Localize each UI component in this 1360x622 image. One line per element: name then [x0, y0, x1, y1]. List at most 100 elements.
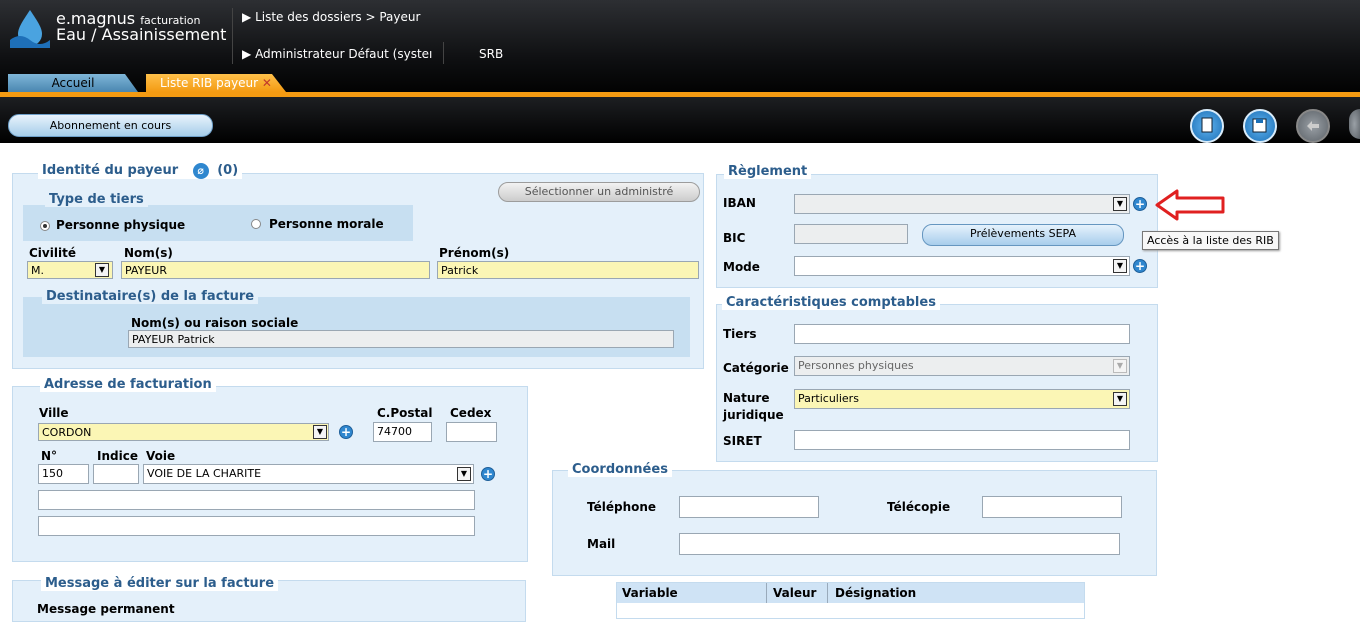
triangle-right-icon: ▶ — [242, 47, 252, 61]
comptable-legend: Caractéristiques comptables — [722, 295, 940, 310]
column-header-valeur[interactable]: Valeur — [773, 586, 816, 600]
selectionner-administre-button[interactable]: Sélectionner un administré — [498, 182, 700, 202]
abonnement-en-cours-button[interactable]: Abonnement en cours — [8, 114, 213, 137]
header-divider — [232, 8, 233, 64]
indice-input[interactable] — [93, 464, 139, 484]
personne-physique-label: Personne physique — [56, 218, 186, 232]
bic-field[interactable] — [794, 224, 908, 244]
tiers-input[interactable] — [794, 324, 1130, 344]
prenom-input[interactable]: Patrick — [437, 261, 699, 279]
breadcrumb[interactable]: ▶ Liste des dossiers > Payeur — [242, 10, 420, 24]
coordonnees-legend: Coordonnées — [568, 462, 672, 477]
red-arrow-annotation-icon — [1155, 189, 1225, 221]
type-tiers-legend: Type de tiers — [45, 192, 148, 207]
column-divider — [766, 583, 767, 603]
siret-label: SIRET — [723, 434, 762, 448]
trash-icon[interactable] — [1349, 109, 1360, 139]
adresse-ligne2-input[interactable] — [38, 490, 475, 510]
voie-select[interactable]: VOIE DE LA CHARITE — [143, 464, 474, 484]
mode-label: Mode — [723, 260, 760, 274]
brand-line2: Eau / Assainissement — [56, 25, 227, 44]
adresse-ligne3-input[interactable] — [38, 516, 475, 536]
tab-accueil[interactable]: Accueil — [8, 74, 138, 92]
triangle-right-icon: ▶ — [242, 10, 252, 24]
back-icon[interactable] — [1296, 109, 1330, 143]
ville-label: Ville — [39, 406, 69, 420]
add-ville-icon[interactable]: + — [339, 425, 353, 439]
save-icon[interactable] — [1243, 109, 1277, 143]
nature-label: Nature — [723, 391, 770, 405]
radio-personne-physique[interactable] — [40, 221, 50, 231]
document-icon[interactable] — [1190, 109, 1224, 143]
chevron-down-icon[interactable]: ▼ — [457, 467, 471, 481]
identite-title: Identité du payeur — [42, 163, 179, 178]
adresse-legend: Adresse de facturation — [40, 377, 216, 392]
categorie-label: Catégorie — [723, 361, 789, 375]
tooltip-liste-rib: Accès à la liste des RIB — [1142, 231, 1279, 250]
numero-input[interactable]: 150 — [38, 464, 89, 484]
site-code: SRB — [479, 47, 504, 61]
column-header-designation[interactable]: Désignation — [835, 586, 916, 600]
numero-label: N° — [41, 449, 58, 463]
juridique-label: juridique — [723, 408, 784, 422]
cpostal-input[interactable]: 74700 — [373, 422, 432, 442]
radio-personne-morale[interactable] — [251, 219, 261, 229]
voie-label: Voie — [146, 449, 176, 463]
identite-legend: Identité du payeur ⌀ (0) — [38, 163, 243, 179]
current-user[interactable]: ▶ Administrateur Défaut (systeı — [242, 47, 438, 61]
categorie-select[interactable]: Personnes physiques — [794, 356, 1130, 376]
iban-label: IBAN — [723, 196, 756, 210]
prenom-label: Prénom(s) — [439, 246, 510, 260]
paperclip-icon[interactable]: ⌀ — [192, 163, 209, 179]
cpostal-label: C.Postal — [377, 406, 433, 420]
mail-input[interactable] — [679, 533, 1120, 555]
add-mode-icon[interactable]: + — [1133, 259, 1147, 273]
raison-sociale-field[interactable]: PAYEUR Patrick — [128, 330, 674, 348]
iban-select[interactable] — [794, 194, 1130, 214]
chevron-down-icon[interactable]: ▼ — [1113, 359, 1127, 373]
add-voie-icon[interactable]: + — [481, 467, 495, 481]
coordonnees-panel — [552, 470, 1157, 576]
noms-label: Nom(s) — [124, 246, 173, 260]
water-drop-logo-icon — [10, 10, 50, 48]
destinataire-legend: Destinataire(s) de la facture — [42, 289, 259, 304]
header-divider — [443, 42, 444, 64]
telephone-label: Téléphone — [587, 500, 657, 514]
chevron-down-icon[interactable]: ▼ — [313, 425, 327, 439]
mode-select[interactable] — [794, 256, 1130, 276]
destinataire-box — [23, 297, 690, 357]
siret-input[interactable] — [794, 430, 1130, 450]
bic-label: BIC — [723, 231, 746, 245]
telecopie-input[interactable] — [982, 496, 1122, 518]
message-permanent-label: Message permanent — [37, 602, 175, 616]
telecopie-label: Télécopie — [887, 500, 951, 514]
column-divider — [827, 583, 828, 603]
column-header-variable[interactable]: Variable — [622, 586, 678, 600]
indice-label: Indice — [97, 449, 138, 463]
cedex-input[interactable] — [446, 422, 497, 442]
attachment-count: (0) — [217, 163, 239, 178]
message-legend: Message à éditer sur la facture — [41, 576, 279, 591]
user-name: Administrateur Défaut (systeı — [255, 47, 433, 61]
prelevements-sepa-button[interactable]: Prélèvements SEPA — [922, 224, 1124, 246]
nature-juridique-select[interactable]: Particuliers — [794, 389, 1130, 409]
ville-select[interactable]: CORDON — [38, 423, 329, 441]
tab-liste-rib-payeur[interactable]: Liste RIB payeur ✕ — [146, 74, 286, 92]
tiers-label: Tiers — [723, 327, 757, 341]
reglement-legend: Règlement — [724, 164, 812, 179]
personne-morale-label: Personne morale — [269, 217, 384, 231]
chevron-down-icon[interactable]: ▼ — [1113, 259, 1127, 273]
breadcrumb-text: Liste des dossiers > Payeur — [255, 10, 421, 24]
noms-input[interactable]: PAYEUR — [121, 261, 430, 279]
mail-label: Mail — [587, 537, 616, 551]
raison-sociale-label: Nom(s) ou raison sociale — [131, 316, 299, 330]
civilite-label: Civilité — [29, 246, 76, 260]
cedex-label: Cedex — [450, 406, 492, 420]
chevron-down-icon[interactable]: ▼ — [1113, 197, 1127, 211]
telephone-input[interactable] — [679, 496, 819, 518]
chevron-down-icon[interactable]: ▼ — [95, 263, 109, 277]
close-icon[interactable]: ✕ — [262, 76, 272, 90]
add-rib-icon[interactable]: + — [1133, 197, 1147, 211]
chevron-down-icon[interactable]: ▼ — [1113, 392, 1127, 406]
tab-label: Liste RIB payeur — [160, 76, 259, 90]
